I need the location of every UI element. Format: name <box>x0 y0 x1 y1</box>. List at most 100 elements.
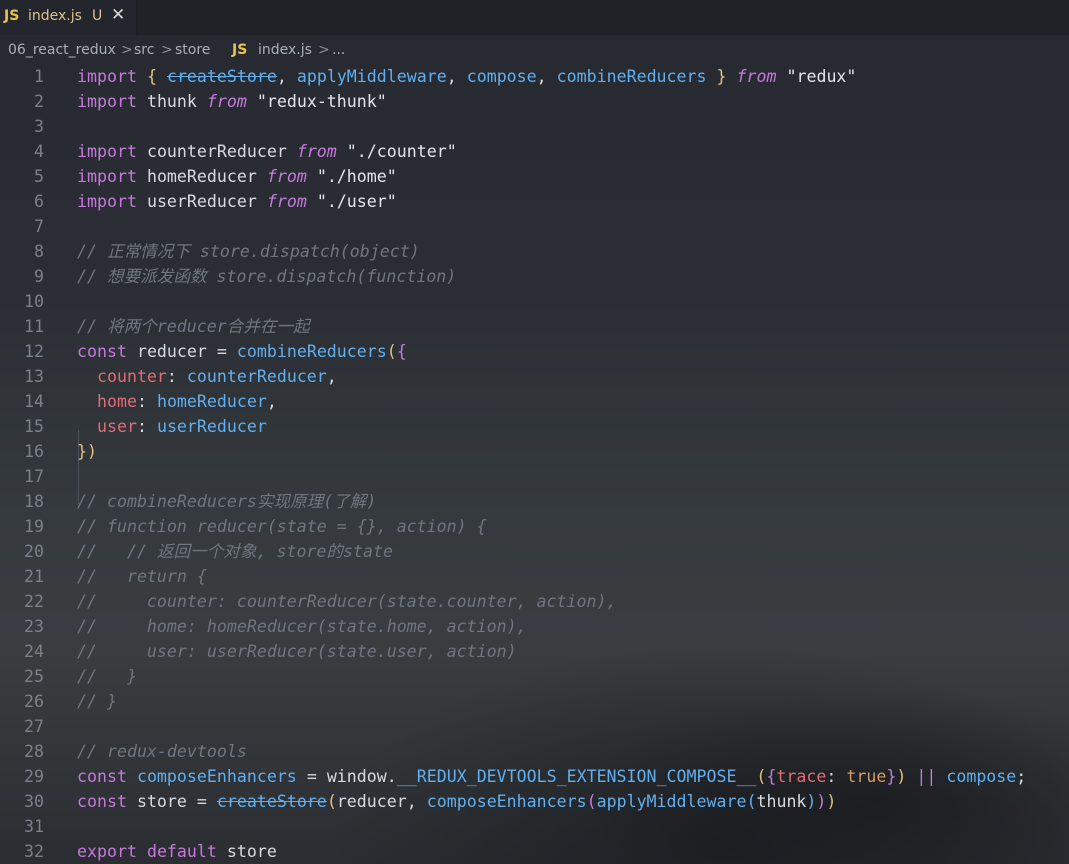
line-number: 24 <box>24 642 44 661</box>
code-line[interactable]: 32 export default store <box>0 839 1069 864</box>
line-number: 25 <box>24 667 44 686</box>
line-number: 14 <box>24 392 44 411</box>
line-number: 3 <box>34 117 44 136</box>
code-text: // } <box>77 692 117 711</box>
untracked-status-badge: U <box>92 8 103 24</box>
line-number: 8 <box>34 242 44 261</box>
chevron-right-icon: > <box>318 42 330 58</box>
line-number: 23 <box>24 617 44 636</box>
line-number: 9 <box>34 267 44 286</box>
code-text: // 想要派发函数 store.dispatch(function) <box>77 267 457 286</box>
code-line[interactable]: 1 import { createStore, applyMiddleware, … <box>0 64 1069 89</box>
close-icon[interactable]: ✕ <box>111 5 125 25</box>
code-text: import counterReducer from "./counter" <box>77 142 457 161</box>
line-number: 12 <box>24 342 44 361</box>
code-text: // // 返回一个对象, store的state <box>77 542 393 561</box>
line-number: 18 <box>24 492 44 511</box>
line-number: 2 <box>34 92 44 111</box>
code-text: import thunk from "redux-thunk" <box>77 92 387 111</box>
code-text: export default store <box>77 842 277 861</box>
tab-filename: index.js <box>28 8 82 24</box>
line-number: 20 <box>24 542 44 561</box>
line-number: 6 <box>34 192 44 211</box>
code-line[interactable]: 7 <box>0 214 1069 239</box>
line-number: 21 <box>24 567 44 586</box>
code-text: user: userReducer <box>96 417 267 436</box>
code-line[interactable]: 19 // function reducer(state = {}, action… <box>0 514 1069 539</box>
code-line[interactable]: 12 const reducer = combineReducers({ <box>0 339 1069 364</box>
code-text: // function reducer(state = {}, action) … <box>77 517 487 536</box>
line-number: 1 <box>34 67 44 86</box>
line-number: 11 <box>24 317 44 336</box>
breadcrumb: 06_react_redux > src > store JS index.js… <box>0 38 1069 64</box>
line-number: 10 <box>24 292 44 311</box>
code-line[interactable]: 10 <box>0 289 1069 314</box>
code-line[interactable]: 14 home: homeReducer, <box>0 389 1069 414</box>
code-line[interactable]: 2 import thunk from "redux-thunk" <box>0 89 1069 114</box>
code-text: // 将两个reducer合并在一起 <box>77 317 310 336</box>
chevron-right-icon: > <box>121 42 133 58</box>
code-line[interactable]: 25 // } <box>0 664 1069 689</box>
javascript-file-icon: JS <box>232 42 248 58</box>
code-text: // combineReducers实现原理(了解) <box>77 492 377 511</box>
line-number: 15 <box>24 417 44 436</box>
code-text: // home: homeReducer(state.home, action)… <box>77 617 527 636</box>
code-line[interactable]: 31 <box>0 814 1069 839</box>
code-line[interactable]: 24 // user: userReducer(state.user, actio… <box>0 639 1069 664</box>
code-line[interactable]: 11 // 将两个reducer合并在一起 <box>0 314 1069 339</box>
javascript-file-icon: JS <box>4 8 20 24</box>
code-line[interactable]: 23 // home: homeReducer(state.home, actio… <box>0 614 1069 639</box>
code-line[interactable]: 4 import counterReducer from "./counter" <box>0 139 1069 164</box>
code-line[interactable]: 15 user: userReducer <box>0 414 1069 439</box>
code-line[interactable]: 6 import userReducer from "./user" <box>0 189 1069 214</box>
line-number: 22 <box>24 592 44 611</box>
code-line[interactable]: 22 // counter: counterReducer(state.count… <box>0 589 1069 614</box>
line-number: 7 <box>34 217 44 236</box>
breadcrumb-item-symbols[interactable]: ... <box>332 42 345 58</box>
breadcrumb-item-store[interactable]: store <box>175 42 210 58</box>
line-number: 30 <box>24 792 44 811</box>
code-line[interactable]: 18 // combineReducers实现原理(了解) <box>0 489 1069 514</box>
code-text: const composeEnhancers = window.__REDUX_… <box>77 767 1027 786</box>
code-text: home: homeReducer, <box>96 392 277 411</box>
code-line[interactable]: 27 <box>0 714 1069 739</box>
code-line[interactable]: 21 // return { <box>0 564 1069 589</box>
code-line[interactable]: 26 // } <box>0 689 1069 714</box>
tab-index-js[interactable]: JS index.js U ✕ <box>0 0 137 35</box>
code-line[interactable]: 5 import homeReducer from "./home" <box>0 164 1069 189</box>
code-text: import userReducer from "./user" <box>77 192 397 211</box>
line-number: 29 <box>24 767 44 786</box>
line-number: 5 <box>34 167 44 186</box>
code-line[interactable]: 28 // redux-devtools <box>0 739 1069 764</box>
code-text: import homeReducer from "./home" <box>77 167 397 186</box>
line-number: 26 <box>24 692 44 711</box>
line-number: 4 <box>34 142 44 161</box>
line-number: 17 <box>24 467 44 486</box>
code-line[interactable]: 20 // // 返回一个对象, store的state <box>0 539 1069 564</box>
code-line[interactable]: 3 <box>0 114 1069 139</box>
code-line[interactable]: 9 // 想要派发函数 store.dispatch(function) <box>0 264 1069 289</box>
line-number: 28 <box>24 742 44 761</box>
line-number: 16 <box>24 442 44 461</box>
code-text: }) <box>77 442 97 461</box>
code-line[interactable]: 29 const composeEnhancers = window.__REDU… <box>0 764 1069 789</box>
tab-bar: JS index.js U ✕ <box>0 0 1069 35</box>
code-text: const store = createStore(reducer, compo… <box>77 792 837 811</box>
line-number: 31 <box>24 817 44 836</box>
chevron-right-icon: > <box>161 42 173 58</box>
line-number: 19 <box>24 517 44 536</box>
code-text: // user: userReducer(state.user, action) <box>77 642 517 661</box>
code-line[interactable]: 16}) <box>0 439 1069 464</box>
breadcrumb-item-file[interactable]: index.js <box>258 42 312 58</box>
code-line[interactable]: 30 const store = createStore(reducer, com… <box>0 789 1069 814</box>
code-editor[interactable]: 1 import { createStore, applyMiddleware, … <box>0 64 1069 864</box>
code-text: const reducer = combineReducers({ <box>77 342 407 361</box>
code-line[interactable]: 13 counter: counterReducer, <box>0 364 1069 389</box>
breadcrumb-item-project[interactable]: 06_react_redux <box>8 42 116 58</box>
code-line[interactable]: 17 <box>0 464 1069 489</box>
line-number: 13 <box>24 367 44 386</box>
breadcrumb-item-src[interactable]: src <box>134 42 154 58</box>
line-number: 27 <box>24 717 44 736</box>
code-text: // } <box>77 667 137 686</box>
code-line[interactable]: 8 // 正常情况下 store.dispatch(object) <box>0 239 1069 264</box>
